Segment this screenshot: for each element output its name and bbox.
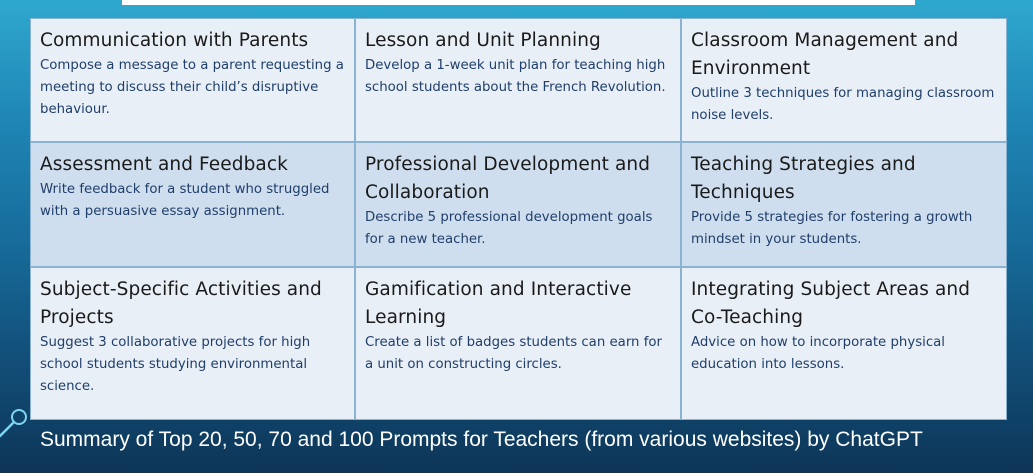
- card-title: Gamification and Interactive Learning: [365, 279, 632, 328]
- card-description: Describe 5 professional development goal…: [365, 210, 653, 247]
- card-classroom-management: Classroom Management and Environment Out…: [681, 18, 1007, 142]
- card-integrating-subject-areas: Integrating Subject Areas and Co-Teachin…: [681, 267, 1007, 420]
- card-description: Develop a 1-week unit plan for teaching …: [365, 58, 666, 95]
- top-banner-strip: [122, 0, 915, 5]
- card-title: Classroom Management and Environment: [691, 30, 959, 79]
- card-title: Integrating Subject Areas and Co-Teachin…: [691, 279, 971, 328]
- card-subject-specific-activities: Subject-Specific Activities and Projects…: [30, 267, 355, 420]
- card-teaching-strategies: Teaching Strategies and Techniques Provi…: [681, 142, 1007, 267]
- card-title: Assessment and Feedback: [40, 154, 288, 175]
- magnifier-icon: [0, 409, 27, 438]
- card-professional-development: Professional Development and Collaborati…: [355, 142, 681, 267]
- card-title: Communication with Parents: [40, 30, 309, 51]
- card-title: Lesson and Unit Planning: [365, 30, 601, 51]
- card-assessment-and-feedback: Assessment and Feedback Write feedback f…: [30, 142, 355, 267]
- card-description: Provide 5 strategies for fostering a gro…: [691, 210, 973, 247]
- card-description: Outline 3 techniques for managing classr…: [691, 86, 995, 123]
- card-lesson-and-unit-planning: Lesson and Unit Planning Develop a 1-wee…: [355, 18, 681, 142]
- card-description: Create a list of badges students can ear…: [365, 335, 662, 372]
- card-description: Advice on how to incorporate physical ed…: [691, 335, 945, 372]
- card-gamification: Gamification and Interactive Learning Cr…: [355, 267, 681, 420]
- card-description: Suggest 3 collaborative projects for hig…: [40, 335, 311, 394]
- card-title: Teaching Strategies and Techniques: [691, 154, 916, 203]
- card-communication-with-parents: Communication with Parents Compose a mes…: [30, 18, 355, 142]
- slide-caption: Summary of Top 20, 50, 70 and 100 Prompt…: [40, 428, 923, 451]
- card-title: Professional Development and Collaborati…: [365, 154, 651, 203]
- prompt-category-grid: Communication with Parents Compose a mes…: [30, 18, 1007, 420]
- card-description: Compose a message to a parent requesting…: [40, 58, 344, 117]
- card-description: Write feedback for a student who struggl…: [40, 182, 330, 219]
- card-title: Subject-Specific Activities and Projects: [40, 279, 322, 328]
